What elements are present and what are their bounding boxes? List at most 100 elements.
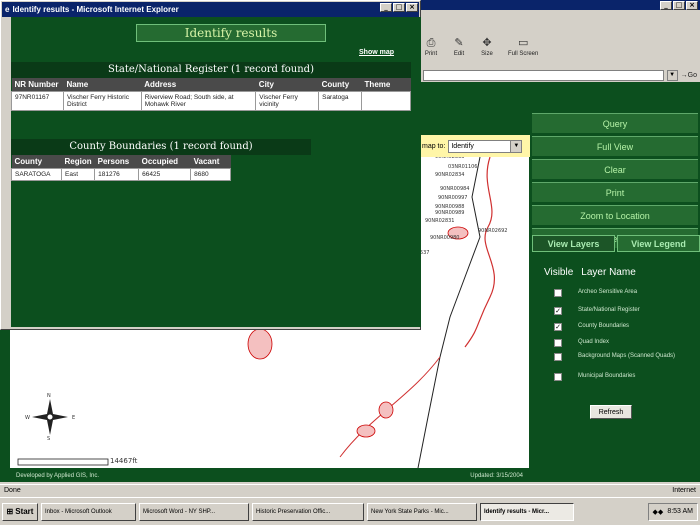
county-table: County Region Persons Occupied Vacant SA… (11, 155, 232, 181)
map-compass-s: S (47, 436, 51, 442)
system-tray: ◆◆ 8:53 AM (647, 502, 698, 521)
scale-label: 14467ft (110, 457, 138, 465)
site-label: 90NR00980 (430, 235, 460, 241)
minimize-icon[interactable]: _ (660, 1, 672, 10)
show-map-link[interactable]: Show map (359, 49, 394, 56)
table-cell: 66425 (138, 168, 192, 181)
table-cell: Vischer Ferry vicinity (255, 91, 320, 111)
site-label: 90NR02831 (425, 218, 455, 224)
table-row: SARATOGA East 181276 66425 8680 (11, 168, 232, 181)
view-tabs: View Layers View Legend (532, 235, 700, 252)
chevron-down-icon[interactable]: ▼ (666, 69, 678, 81)
layer-name: State/National Register (578, 307, 640, 313)
column-header: County (318, 78, 362, 92)
table-cell: Riverview Road; South side, at Mohawk Ri… (140, 91, 257, 111)
layer-panel: Visible Layer Name Archeo Sensitive Area… (532, 253, 700, 478)
toolbar-size-button[interactable]: ✥ Size (480, 36, 494, 57)
zoom-to-location-button[interactable]: Zoom to Location (532, 205, 698, 225)
site-label: 90NR00997 (438, 195, 468, 201)
maximize-icon[interactable]: □ (393, 3, 405, 12)
task-outlook[interactable]: Inbox - Microsoft Outlook (41, 502, 136, 521)
table-cell: SARATOGA (11, 168, 62, 181)
register-table: NR Number Name Address City County Theme… (11, 78, 411, 111)
site-label: 03NR01106 (448, 164, 478, 170)
layer-name-column-header: Layer Name (581, 267, 636, 278)
task-historic-preservation[interactable]: Historic Preservation Offic... (252, 502, 364, 521)
printer-icon: ⎙ (426, 35, 436, 49)
task-identify-results[interactable]: Identify results - Micr... (480, 502, 574, 521)
background-window-controls: _ □ × (660, 1, 698, 10)
tool-button-panel: Query Full View Clear Print Zoom to Loca… (532, 113, 698, 251)
layer-checkbox[interactable] (554, 339, 562, 347)
close-icon[interactable]: × (406, 3, 418, 12)
task-ny-state-parks[interactable]: New York State Parks - Mic... (367, 502, 477, 521)
layer-row: Background Maps (Scanned Quads) (554, 353, 688, 361)
toolbar-print-button[interactable]: ⎙ Print (424, 35, 438, 58)
print-button[interactable]: Print (532, 182, 698, 202)
layer-row: ✓ State/National Register (554, 307, 688, 315)
layer-name: Municipal Boundaries (578, 373, 636, 379)
ie-icon: e (5, 5, 10, 14)
map-compass-n: N (47, 393, 51, 399)
register-site-polygon (356, 424, 376, 438)
layer-checkbox[interactable]: ✓ (554, 323, 562, 331)
table-row: 97NR01167 Vischer Ferry Historic Distric… (11, 91, 411, 111)
size-icon: ✥ (482, 36, 492, 49)
refresh-button[interactable]: Refresh (590, 405, 632, 419)
column-header: County (11, 155, 62, 169)
close-icon[interactable]: × (686, 1, 698, 10)
site-label: 90NR00989 (435, 210, 465, 216)
register-section-title: State/National Register (1 record found) (11, 62, 411, 78)
table-cell: Vischer Ferry Historic District (62, 91, 142, 111)
table-cell: 8680 (190, 168, 232, 181)
popup-content: Identify results Show map State/National… (11, 17, 421, 327)
browser-toolbar: ⎙ Print ✎ Edit ✥ Size ▭ Full Screen (420, 36, 700, 68)
start-button[interactable]: ⊞ Start (2, 502, 38, 521)
site-label: 90NR02834 (435, 172, 465, 178)
map-to-label: map to: (422, 142, 446, 150)
layer-name: Archeo Sensitive Area (578, 289, 638, 295)
full-screen-icon: ▭ (517, 36, 529, 49)
map-tool-bar: map to: Identify ▼ (420, 135, 530, 157)
edit-icon: ✎ (454, 36, 464, 49)
tab-view-layers[interactable]: View Layers (532, 235, 615, 252)
clear-button[interactable]: Clear (532, 159, 698, 179)
layer-row: Quad Index (554, 339, 688, 347)
maximize-icon[interactable]: □ (673, 1, 685, 10)
tray-icons: ◆◆ (652, 508, 664, 516)
column-header: Vacant (190, 155, 231, 169)
layer-header: Visible Layer Name (544, 267, 636, 278)
task-word[interactable]: Microsoft Word - NY SHP... (139, 502, 249, 521)
popup-titlebar[interactable]: e Identify results - Microsoft Internet … (2, 2, 419, 17)
site-label: 90NR02692 (478, 228, 508, 234)
layer-checkbox[interactable] (554, 353, 562, 361)
go-button[interactable]: →Go (681, 72, 697, 79)
table-cell: Saratoga (318, 91, 363, 111)
layer-checkbox[interactable]: ✓ (554, 307, 562, 315)
column-header: Theme (361, 78, 411, 92)
column-header: Occupied (138, 155, 191, 169)
tab-view-legend[interactable]: View Legend (617, 235, 700, 252)
zone-text: Internet (672, 487, 696, 494)
status-text: Done (4, 487, 21, 494)
popup-window-controls: _ □ × (380, 3, 418, 12)
address-input[interactable] (423, 69, 664, 81)
query-button[interactable]: Query (532, 113, 698, 133)
popup-window-title: Identify results - Microsoft Internet Ex… (12, 5, 179, 14)
layer-checkbox[interactable] (554, 373, 562, 381)
chevron-down-icon: ▼ (510, 140, 522, 152)
toolbar-edit-button[interactable]: ✎ Edit (452, 36, 466, 57)
table-cell: East (60, 168, 96, 181)
visible-column-header: Visible (544, 267, 574, 278)
browser-status-bar: Done Internet (0, 484, 700, 496)
minimize-icon[interactable]: _ (380, 3, 392, 12)
column-header: Address (141, 78, 256, 92)
map-tool-select[interactable]: Identify ▼ (448, 139, 523, 153)
full-view-button[interactable]: Full View (532, 136, 698, 156)
table-cell (361, 91, 411, 111)
toolbar-full-screen-button[interactable]: ▭ Full Screen (508, 36, 538, 57)
layer-row: ✓ County Boundaries (554, 323, 688, 331)
register-site-polygon (378, 401, 394, 419)
layer-checkbox[interactable] (554, 289, 562, 297)
clock: 8:53 AM (667, 508, 693, 515)
